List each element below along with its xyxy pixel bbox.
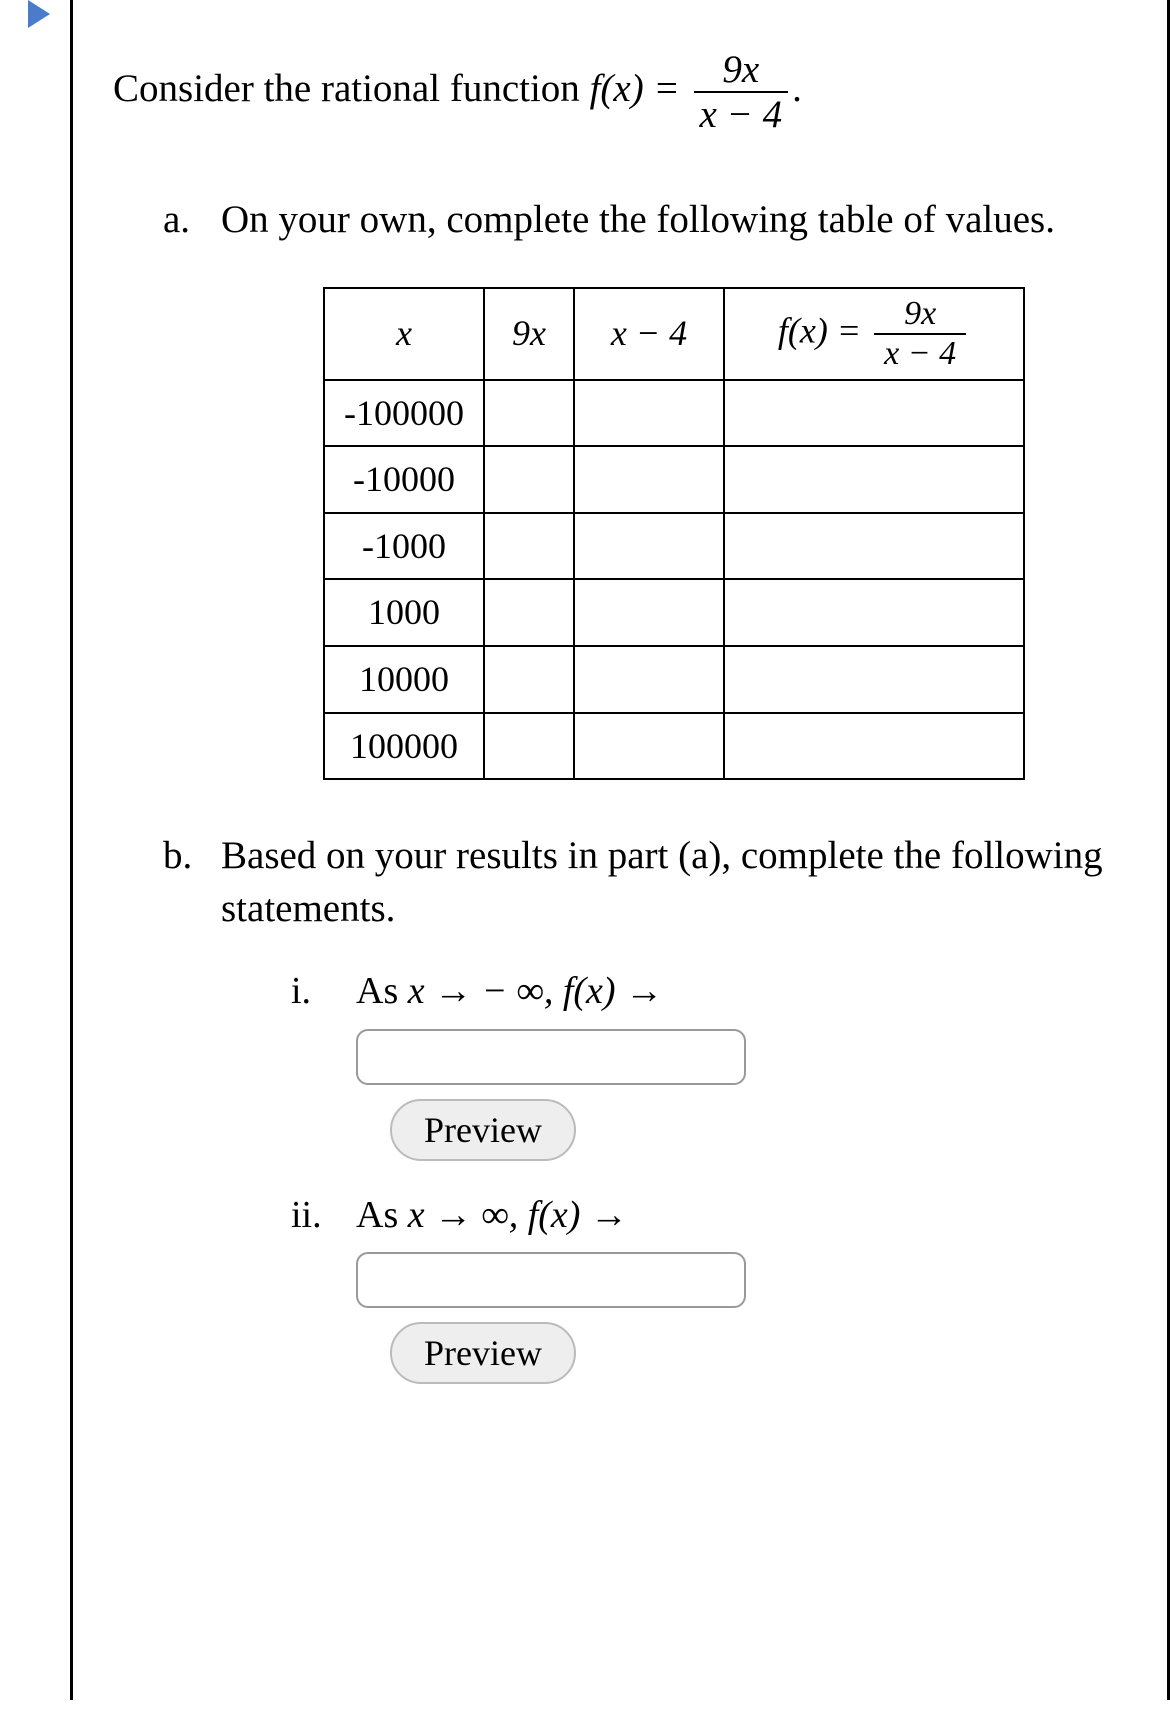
table-header-row: x 9x x − 4 f(x) = 9x x − 4 — [324, 288, 1024, 380]
problem-card: Consider the rational function f(x) = 9x… — [70, 0, 1170, 1700]
sub-ii-prefix: As — [356, 1194, 408, 1236]
preview-button-i[interactable]: Preview — [390, 1099, 576, 1161]
cell-xm4 — [574, 713, 724, 780]
cell-xm4 — [574, 380, 724, 447]
part-a-text: On your own, complete the following tabl… — [221, 198, 1055, 241]
intro-suffix: . — [792, 67, 802, 110]
intro-text: Consider the rational function — [113, 67, 590, 110]
table-row: 100000 — [324, 713, 1024, 780]
sub-i-marker: i. — [291, 965, 311, 1018]
table-row: -1000 — [324, 513, 1024, 580]
cell-x: 10000 — [324, 646, 484, 713]
cell-xm4 — [574, 513, 724, 580]
cell-x: -100000 — [324, 380, 484, 447]
col-fx: f(x) = 9x x − 4 — [724, 288, 1024, 380]
cell-9x — [484, 446, 574, 513]
cell-fx — [724, 713, 1024, 780]
table-row: -100000 — [324, 380, 1024, 447]
cell-fx — [724, 380, 1024, 447]
col-fx-lhs: f(x) = — [778, 310, 870, 350]
cell-xm4 — [574, 579, 724, 646]
fn-numerator: 9x — [694, 50, 789, 93]
values-table: x 9x x − 4 f(x) = 9x x − 4 — [323, 287, 1025, 781]
cell-9x — [484, 579, 574, 646]
preview-button-ii[interactable]: Preview — [390, 1322, 576, 1384]
collapse-arrow-icon[interactable] — [28, 0, 50, 28]
col-9x: 9x — [484, 288, 574, 380]
cell-9x — [484, 513, 574, 580]
fn-denominator: x − 4 — [694, 93, 789, 134]
cell-x: -1000 — [324, 513, 484, 580]
cell-fx — [724, 446, 1024, 513]
cell-x: -10000 — [324, 446, 484, 513]
table-row: 10000 — [324, 646, 1024, 713]
problem-intro: Consider the rational function f(x) = 9x… — [113, 50, 1127, 134]
sub-ii: ii. As x → ∞, f(x) → Preview — [291, 1189, 1127, 1384]
cell-9x — [484, 380, 574, 447]
fn-lhs: f(x) = — [590, 67, 690, 110]
table-row: 1000 — [324, 579, 1024, 646]
col-fx-frac: 9x x − 4 — [874, 297, 966, 371]
sub-i: i. As x → − ∞, f(x) → Preview — [291, 965, 1127, 1160]
part-b-text: Based on your results in part (a), compl… — [221, 834, 1103, 930]
cell-fx — [724, 646, 1024, 713]
part-b: b. Based on your results in part (a), co… — [163, 830, 1127, 1384]
col-x-minus-4: x − 4 — [574, 288, 724, 380]
cell-xm4 — [574, 446, 724, 513]
part-a-marker: a. — [163, 194, 190, 247]
parts-list: a. On your own, complete the following t… — [113, 194, 1127, 1384]
fn-fraction: 9x x − 4 — [694, 50, 789, 134]
cell-x: 1000 — [324, 579, 484, 646]
cell-9x — [484, 646, 574, 713]
answer-input-i[interactable] — [356, 1029, 746, 1085]
part-b-marker: b. — [163, 830, 192, 883]
part-a: a. On your own, complete the following t… — [163, 194, 1127, 780]
col-fx-den: x − 4 — [874, 335, 966, 371]
sub-list: i. As x → − ∞, f(x) → Preview ii. As x →… — [221, 965, 1127, 1383]
sub-i-prefix: As — [356, 970, 408, 1012]
sub-ii-marker: ii. — [291, 1189, 322, 1242]
cell-9x — [484, 713, 574, 780]
cell-fx — [724, 579, 1024, 646]
sub-i-math: x → − ∞, f(x) → — [408, 970, 663, 1012]
col-fx-num: 9x — [874, 297, 966, 335]
sub-ii-math: x → ∞, f(x) → — [408, 1194, 628, 1236]
col-x: x — [324, 288, 484, 380]
cell-fx — [724, 513, 1024, 580]
table-row: -10000 — [324, 446, 1024, 513]
answer-input-ii[interactable] — [356, 1252, 746, 1308]
cell-x: 100000 — [324, 713, 484, 780]
cell-xm4 — [574, 646, 724, 713]
